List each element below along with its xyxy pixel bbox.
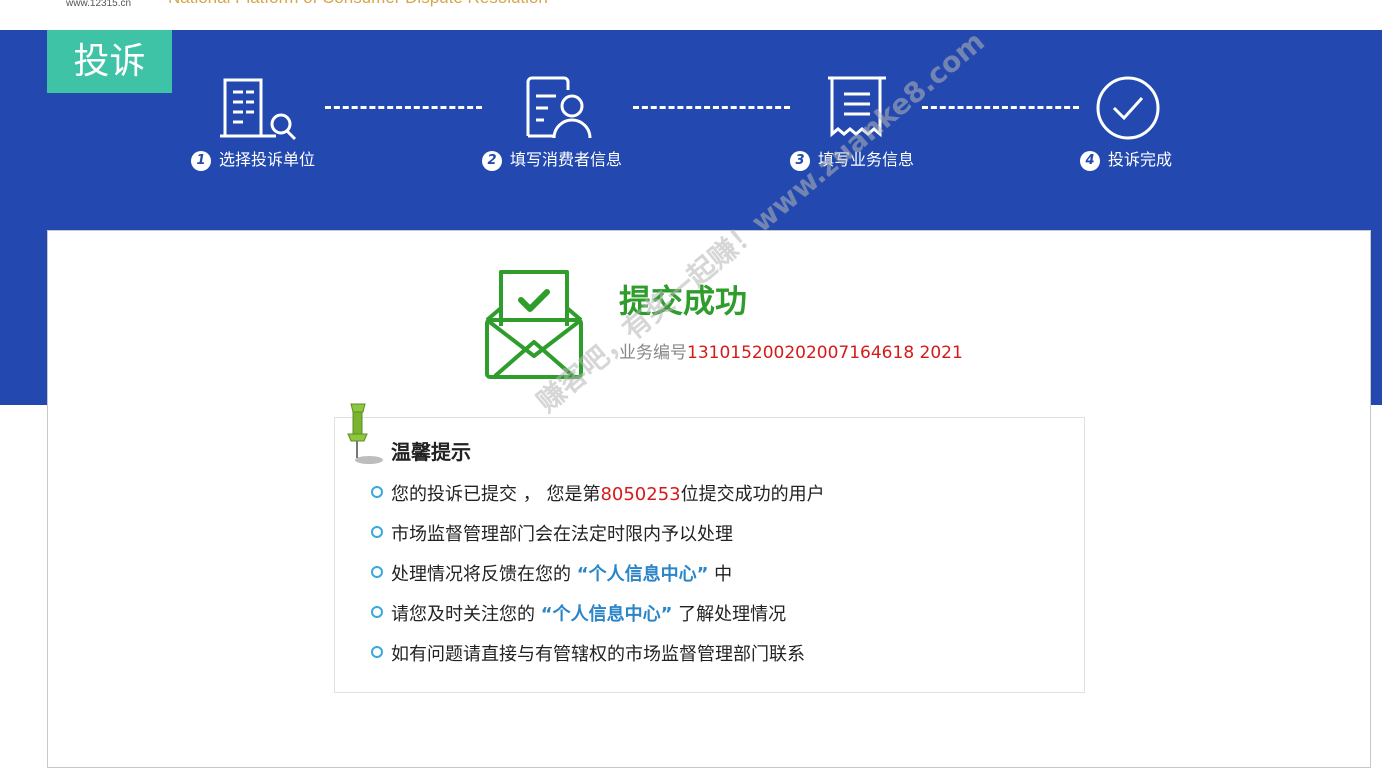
user-rank: 8050253 [600,484,681,505]
tip-text: 处理情况将反馈在您的 [391,564,577,585]
bullet-icon [371,526,383,538]
tip-item: 市场监督管理部门会在法定时限内予以处理 [371,521,733,549]
site-name-en: National Platform of Consumer Dispute Re… [168,0,548,8]
order-number: 131015200202007164618 2021 [687,343,963,363]
tip-text: 了解处理情况 [672,604,787,625]
step-label: 选择投诉单位 [219,150,316,169]
bullet-icon [371,646,383,658]
step-number: 1 [191,151,211,171]
tip-item: 请您及时关注您的 “个人信息中心” 了解处理情况 [371,601,786,629]
step-number: 4 [1080,151,1100,171]
site-url: www.12315.cn [66,0,132,9]
bullet-icon [371,486,383,498]
step-connector [325,106,482,109]
check-circle-icon [1096,76,1160,140]
step-connector [633,106,790,109]
complaint-tag: 投诉 [47,30,172,93]
tip-text: 请您及时关注您的 [391,604,541,625]
personal-center-link[interactable]: “个人信息中心” [577,564,709,585]
tips-title: 温馨提示 [391,440,471,464]
tip-text: 如有问题请直接与有管辖权的市场监督管理部门联系 [391,644,805,665]
step-4: 4 投诉完成 [1080,148,1172,172]
tip-item: 如有问题请直接与有管辖权的市场监督管理部门联系 [371,641,805,669]
tip-text: 市场监督管理部门会在法定时限内予以处理 [391,524,733,545]
building-search-icon [220,78,297,141]
step-label: 填写消费者信息 [510,150,623,169]
pushpin-icon [347,403,383,464]
personal-center-link[interactable]: “个人信息中心” [541,604,673,625]
step-1: 1 选择投诉单位 [191,148,315,172]
user-document-icon [526,76,592,139]
tip-item: 处理情况将反馈在您的 “个人信息中心” 中 [371,561,732,589]
top-bar: www.12315.cn National Platform of Consum… [0,0,1382,30]
tip-item: 您的投诉已提交 ， 您是第8050253位提交成功的用户 [371,481,825,509]
tip-text: 中 [708,564,733,585]
bullet-icon [371,606,383,618]
tip-text: 您的投诉已提交 ， 您是第 [391,484,601,505]
tip-text: 位提交成功的用户 [680,484,825,505]
step-connector [922,106,1079,109]
step-label: 投诉完成 [1108,150,1173,169]
bullet-icon [371,566,383,578]
step-2: 2 填写消费者信息 [482,148,622,172]
step-number: 2 [482,151,502,171]
order-number-line: 业务编号131015200202007164618 2021 [619,338,963,363]
